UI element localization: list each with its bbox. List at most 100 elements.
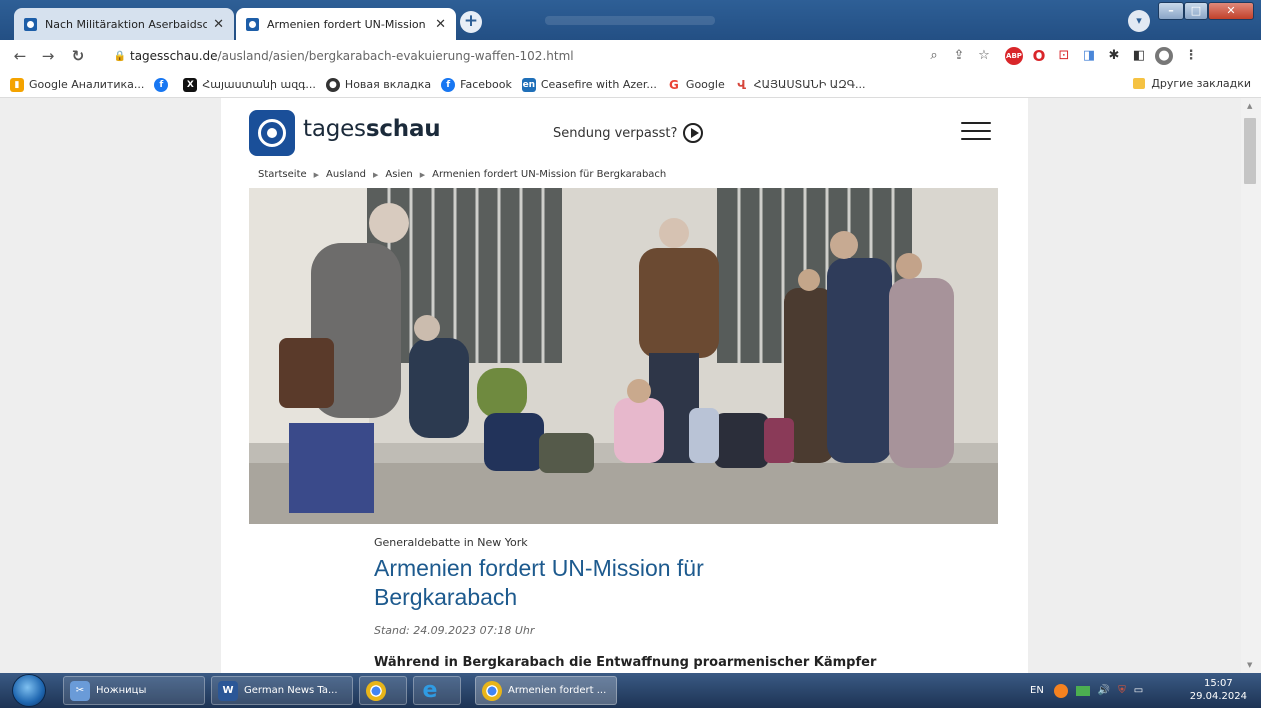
network-icon[interactable] xyxy=(1075,685,1090,696)
maximize-button[interactable]: □ xyxy=(1184,2,1208,20)
bookmark-item[interactable]: Վ ՀԱՅԱՍՏԱՆԻ ԱԶԳ... xyxy=(734,77,866,92)
bookmark-item[interactable]: f xyxy=(154,77,173,92)
bookmark-item[interactable]: G Google xyxy=(666,77,725,92)
scroll-down-arrow-icon[interactable]: ▼ xyxy=(1247,661,1252,669)
tab-close-icon[interactable]: ✕ xyxy=(435,17,446,32)
hamburger-menu-icon[interactable] xyxy=(961,122,991,142)
brand-light: tages xyxy=(303,116,366,142)
windows-taskbar: ✂ Ножницы W German News Ta... e Armenien f… xyxy=(0,673,1261,708)
close-window-button[interactable]: ✕ xyxy=(1208,2,1254,20)
tagesschau-favicon xyxy=(24,17,37,31)
article-lead: Während in Bergkarabach die Entwaffnung … xyxy=(374,655,877,670)
breadcrumb-item[interactable]: Asien xyxy=(385,169,412,180)
sendung-verpasst-link[interactable]: Sendung verpasst? xyxy=(553,123,704,143)
ie-icon: e xyxy=(422,677,438,703)
volume-icon[interactable]: 🔊 xyxy=(1098,685,1110,696)
bookmark-item[interactable]: ▮ Google Аналитика... xyxy=(10,77,145,92)
bookmark-label: ՀԱՅԱՍՏԱՆԻ ԱԶԳ... xyxy=(753,78,866,91)
facebook-icon: f xyxy=(441,77,456,92)
article-hero-image xyxy=(249,188,998,524)
taskbar-item-active[interactable]: Armenien fordert ... xyxy=(475,676,617,705)
google-icon: G xyxy=(666,77,681,92)
address-bar[interactable]: 🔒 tagesschau.de/ausland/asien/bergkaraba… xyxy=(110,44,905,68)
shield-icon[interactable]: ⛨ xyxy=(1118,685,1126,696)
share-icon[interactable]: ⇪ xyxy=(950,47,968,65)
play-icon xyxy=(683,123,704,143)
bookmark-item[interactable]: ● Новая вкладка xyxy=(325,77,431,92)
breadcrumb-item[interactable]: Startseite xyxy=(258,169,307,180)
menu-kebab-icon[interactable]: ⋮ xyxy=(1182,47,1200,65)
opera-icon[interactable]: O xyxy=(1030,47,1048,65)
article-kicker: Generaldebatte in New York xyxy=(374,536,528,549)
taskbar-item[interactable]: ✂ Ножницы xyxy=(63,676,205,705)
page-scrollbar[interactable]: ▲ ▼ xyxy=(1241,98,1261,673)
x-icon: X xyxy=(183,77,198,92)
tab-title: Nach Militäraktion Aserbaidscha xyxy=(45,17,208,31)
taskbar-item-label: German News Ta... xyxy=(244,685,338,696)
chrome-icon xyxy=(482,680,502,701)
breadcrumb-arrow-icon: ▶ xyxy=(419,170,426,179)
clock-time: 15:07 xyxy=(1203,678,1233,689)
tagesschau-logo-icon[interactable] xyxy=(249,110,295,156)
url-path: /ausland/asien/bergkarabach-evakuierung-… xyxy=(217,49,574,63)
tab-close-icon[interactable]: ✕ xyxy=(213,17,224,32)
site-brand[interactable]: tagesschau xyxy=(303,116,441,142)
other-bookmarks-label: Другие закладки xyxy=(1151,77,1251,90)
bookmark-label: Հայաստանի ազգ... xyxy=(202,78,316,91)
side-panel-icon[interactable]: ◧ xyxy=(1130,47,1148,65)
browser-tab[interactable]: Nach Militäraktion Aserbaidscha ✕ xyxy=(14,8,234,40)
breadcrumb-arrow-icon: ▶ xyxy=(373,170,379,179)
zoom-icon[interactable]: ⌕ xyxy=(925,47,943,65)
forward-icon[interactable]: → xyxy=(36,47,60,65)
page-viewport: tagesschau Sendung verpasst? Startseite ▶… xyxy=(0,98,1241,673)
bookmark-label: Google xyxy=(685,78,725,91)
taskbar-item[interactable] xyxy=(359,676,407,705)
translate-extension-icon[interactable]: ◨ xyxy=(1080,47,1098,65)
back-icon[interactable]: ← xyxy=(8,47,32,65)
en-icon: en xyxy=(521,77,536,92)
bookmark-item[interactable]: f Facebook xyxy=(441,77,512,92)
action-center-icon[interactable]: ▭ xyxy=(1134,685,1143,696)
article-timestamp: Stand: 24.09.2023 07:18 Uhr xyxy=(374,624,535,637)
scroll-up-arrow-icon[interactable]: ▲ xyxy=(1247,102,1252,110)
breadcrumb-arrow-icon: ▶ xyxy=(313,170,320,179)
facebook-icon: f xyxy=(154,77,169,92)
bookmark-item[interactable]: X Հայաստանի ազգ... xyxy=(183,77,316,92)
bookmark-star-icon[interactable]: ☆ xyxy=(975,47,993,65)
profile-avatar[interactable]: ● xyxy=(1155,47,1173,65)
window-controls: – □ ✕ xyxy=(1158,2,1256,22)
taskbar-item[interactable]: W German News Ta... xyxy=(211,676,353,705)
chrome-icon xyxy=(366,680,386,701)
taskbar-item-label: Ножницы xyxy=(96,685,147,696)
browser-titlebar: Nach Militäraktion Aserbaidscha ✕ Armeni… xyxy=(0,0,1261,40)
word-icon: W xyxy=(218,680,238,701)
start-button[interactable] xyxy=(12,674,46,707)
tab-search-button[interactable]: ▾ xyxy=(1128,10,1150,32)
tagesschau-favicon xyxy=(246,17,259,31)
extensions-puzzle-icon[interactable]: ✱ xyxy=(1105,47,1123,65)
bookmark-item[interactable]: en Ceasefire with Azer... xyxy=(521,77,657,92)
article-page: tagesschau Sendung verpasst? Startseite ▶… xyxy=(221,98,1028,673)
breadcrumb-item[interactable]: Armenien fordert UN-Mission für Bergkara… xyxy=(432,169,666,180)
scrollbar-thumb[interactable] xyxy=(1244,118,1256,184)
clock[interactable]: 15:07 29.04.2024 xyxy=(1190,677,1247,703)
reload-icon[interactable]: ↻ xyxy=(66,47,90,65)
analytics-icon: ▮ xyxy=(10,77,24,92)
breadcrumb-item[interactable]: Ausland xyxy=(326,169,366,180)
blurred-window-title xyxy=(545,16,715,25)
other-bookmarks[interactable]: Другие закладки xyxy=(1133,77,1251,90)
clock-date: 29.04.2024 xyxy=(1189,691,1247,702)
avast-icon[interactable] xyxy=(1053,683,1068,698)
new-tab-button[interactable]: + xyxy=(460,11,482,33)
bookmark-label: Ceasefire with Azer... xyxy=(540,78,657,91)
browser-tab-active[interactable]: Armenien fordert UN-Mission fü ✕ xyxy=(236,8,456,40)
extension-icon[interactable]: ⊡ xyxy=(1055,47,1073,65)
taskbar-item[interactable]: e xyxy=(413,676,461,705)
language-indicator[interactable]: EN xyxy=(1030,685,1044,696)
chrome-icon: ● xyxy=(325,77,340,92)
bookmark-label: Google Аналитика... xyxy=(29,78,145,91)
adblock-icon[interactable]: ABP xyxy=(1005,47,1023,65)
browser-toolbar: ← → ↻ 🔒 tagesschau.de/ausland/asien/berg… xyxy=(0,40,1261,72)
breadcrumb: Startseite ▶ Ausland ▶ Asien ▶ Armenien for… xyxy=(258,169,666,180)
minimize-button[interactable]: – xyxy=(1158,2,1184,20)
